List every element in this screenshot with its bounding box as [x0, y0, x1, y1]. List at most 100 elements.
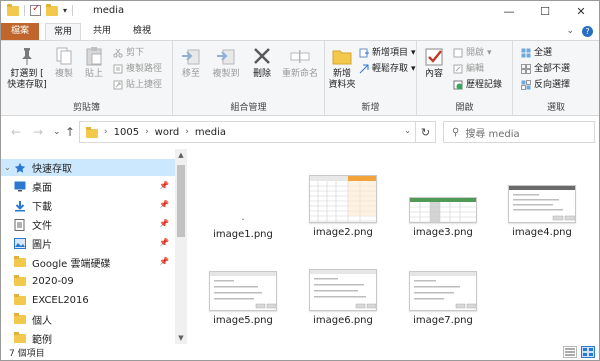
new-group-label: 新增	[361, 103, 380, 113]
maximize-button[interactable]: ☐	[527, 1, 563, 23]
scroll-up-icon[interactable]: ▲	[175, 151, 187, 159]
open-button[interactable]: 開啟 ▾	[453, 47, 492, 59]
rename-button[interactable]: 重新命名	[277, 45, 323, 80]
new-item-button[interactable]: 新增項目 ▾	[359, 47, 416, 59]
search-icon: ⚲	[452, 126, 460, 138]
scrollbar-thumb[interactable]	[177, 165, 185, 237]
copy-to-button[interactable]: 複製到	[209, 45, 243, 80]
history-icon	[453, 80, 463, 90]
nav-item-2020-09[interactable]: 2020-09	[1, 273, 175, 290]
search-input[interactable]: ⚲ 搜尋 media	[443, 121, 595, 143]
breadcrumb-1005[interactable]: 1005	[114, 127, 139, 138]
tab-file[interactable]: 檔案	[1, 23, 39, 40]
new-folder-button[interactable]: 新增 資料夾	[327, 45, 357, 91]
properties-button[interactable]: 內容	[419, 45, 449, 80]
recent-locations-chevron-icon[interactable]: ⌄	[53, 127, 61, 137]
back-arrow-icon[interactable]: ←	[11, 125, 21, 139]
desktop-icon	[14, 181, 26, 192]
scroll-down-icon[interactable]: ▼	[175, 334, 187, 342]
paste-label: 貼上	[84, 69, 103, 79]
help-icon[interactable]: ?	[582, 26, 593, 37]
image-thumbnail	[409, 197, 477, 223]
image-thumbnail	[309, 175, 377, 223]
collapse-ribbon-icon[interactable]: ⌄	[566, 26, 574, 37]
open-group-label: 開啟	[455, 103, 474, 113]
document-icon	[14, 219, 26, 231]
pin-icon: 📌	[159, 238, 169, 247]
select-group-label: 選取	[546, 103, 565, 113]
select-none-icon	[521, 64, 531, 74]
tab-share[interactable]: 共用	[85, 23, 119, 40]
image-thumbnail	[508, 185, 576, 223]
move-to-button[interactable]: 移至	[177, 45, 205, 80]
up-arrow-icon[interactable]: ↑	[65, 125, 75, 139]
refresh-button[interactable]: ↻	[416, 121, 436, 143]
paste-button[interactable]: 貼上	[81, 45, 107, 80]
scissors-icon	[113, 48, 123, 58]
nav-item-quick-access[interactable]: ⌄ 快速存取	[1, 159, 175, 176]
minimize-button[interactable]: —	[491, 1, 527, 23]
nav-item-desktop[interactable]: 桌面 📌	[1, 178, 175, 195]
customize-qat-dropdown[interactable]: ▾	[63, 6, 67, 15]
nav-item-pictures[interactable]: 圖片 📌	[1, 235, 175, 252]
cut-button[interactable]: 剪下	[113, 47, 144, 59]
cut-label: 剪下	[126, 48, 145, 58]
open-group: 內容 開啟 ▾ 編輯 歷程記錄 開啟	[417, 41, 513, 115]
invert-selection-button[interactable]: 反向選擇	[521, 79, 570, 91]
easy-access-button[interactable]: 輕鬆存取 ▾	[359, 63, 416, 75]
tab-view[interactable]: 檢視	[125, 23, 159, 40]
tab-home[interactable]: 常用	[45, 23, 82, 40]
pin-to-quick-access-button[interactable]: 釘選到 [ 快速存取]	[5, 45, 49, 91]
file-tile-image3[interactable]: image3.png	[398, 197, 488, 238]
copy-path-button[interactable]: 複製路徑	[113, 63, 162, 75]
new-folder-qat-icon[interactable]	[46, 3, 58, 16]
address-dropdown-icon[interactable]: ⌄	[404, 126, 411, 135]
history-button[interactable]: 歷程記錄	[453, 79, 502, 91]
breadcrumb-separator: ›	[185, 127, 189, 137]
breadcrumb-separator: ›	[145, 127, 149, 137]
forward-arrow-icon[interactable]: →	[33, 125, 43, 139]
address-bar[interactable]: › 1005 › word › media ⌄	[79, 121, 416, 143]
nav-item-documents[interactable]: 文件 📌	[1, 216, 175, 233]
nav-scrollbar[interactable]: ▲ ▼	[175, 149, 187, 344]
file-tile-image6[interactable]: image6.png	[298, 269, 388, 326]
file-tile-image2[interactable]: image2.png	[298, 175, 388, 238]
nav-item-label: 個人	[32, 316, 52, 327]
folder-icon	[14, 332, 26, 344]
select-none-button[interactable]: 全部不選	[521, 63, 570, 75]
large-icons-view-button[interactable]	[581, 346, 595, 358]
select-all-button[interactable]: 全選	[521, 47, 552, 59]
file-name: image7.png	[413, 315, 473, 326]
file-tile-image7[interactable]: image7.png	[398, 271, 488, 326]
nav-item-examples[interactable]: 範例	[1, 330, 175, 344]
file-tile-image5[interactable]: image5.png	[198, 271, 288, 326]
new-folder-label-2: 資料夾	[328, 80, 356, 90]
divider	[72, 5, 74, 16]
nav-item-personal[interactable]: 個人	[1, 311, 175, 328]
organize-group-label: 組合管理	[230, 103, 267, 113]
nav-item-label: EXCEL2016	[32, 295, 89, 306]
paste-shortcut-button[interactable]: 貼上捷徑	[113, 79, 162, 91]
copy-button[interactable]: 複製	[51, 45, 77, 80]
delete-button[interactable]: 刪除	[249, 45, 275, 80]
details-view-button[interactable]	[563, 346, 577, 358]
file-list: · image1.png image2.png image3.png image…	[191, 149, 599, 344]
status-bar: 7 個項目	[1, 344, 599, 360]
breadcrumb-media[interactable]: media	[195, 127, 226, 138]
nav-item-label: 2020-09	[32, 276, 74, 287]
expand-chevron-icon[interactable]: ⌄	[4, 163, 14, 172]
folder-icon	[86, 126, 98, 138]
copy-to-icon	[215, 45, 237, 67]
rename-label: 重新命名	[281, 69, 318, 79]
properties-qat-icon[interactable]	[30, 3, 41, 16]
file-name: image4.png	[512, 227, 572, 238]
file-tile-image4[interactable]: image4.png	[497, 185, 587, 238]
edit-button[interactable]: 編輯	[453, 63, 484, 75]
file-tile-image1[interactable]: · image1.png	[198, 215, 288, 240]
nav-item-google-drive[interactable]: Google 雲端硬碟 📌	[1, 254, 175, 271]
easy-access-label: 輕鬆存取	[372, 64, 409, 74]
breadcrumb-word[interactable]: word	[155, 127, 180, 138]
close-button[interactable]: ✕	[563, 1, 599, 23]
nav-item-excel2016[interactable]: EXCEL2016	[1, 292, 175, 309]
nav-item-downloads[interactable]: 下載 📌	[1, 197, 175, 214]
